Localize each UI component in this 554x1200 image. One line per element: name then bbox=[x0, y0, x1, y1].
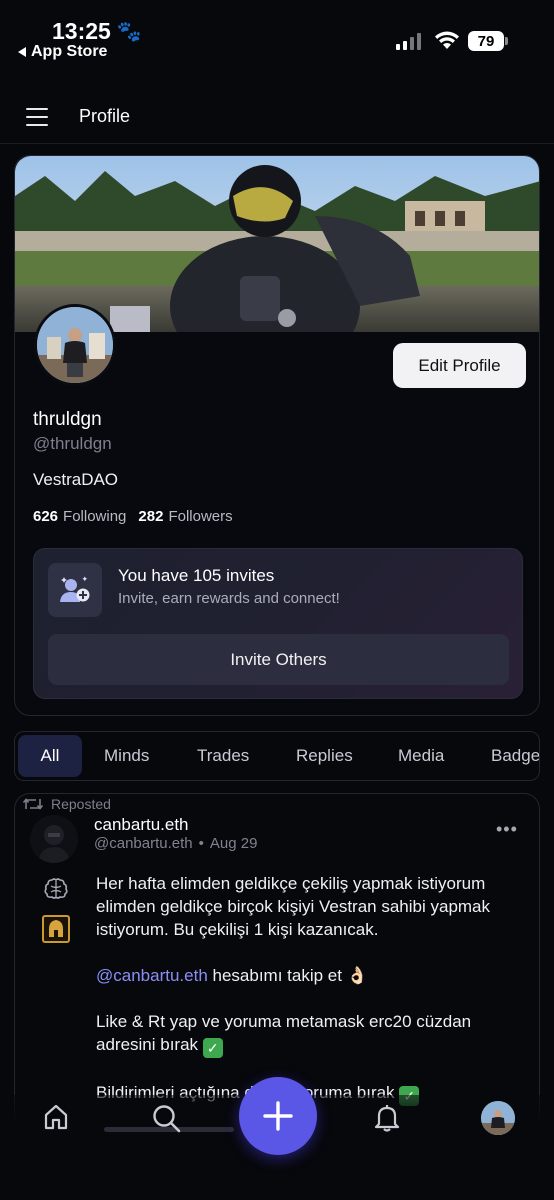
post-body: Her hafta elimden geldikçe çekiliş yapma… bbox=[96, 872, 526, 1129]
avatar-image bbox=[37, 307, 113, 383]
edit-profile-button[interactable]: Edit Profile bbox=[393, 343, 526, 388]
following-label: Following bbox=[63, 508, 127, 525]
post-paragraph-2: @canbartu.eth hesabımı takip et 👌🏻 bbox=[96, 964, 526, 987]
post-date: Aug 29 bbox=[209, 835, 258, 852]
following-count: 626 bbox=[33, 508, 59, 525]
invite-title: You have 105 invites bbox=[118, 566, 275, 585]
tab-badges[interactable]: Badge bbox=[491, 735, 539, 777]
post-author-name[interactable]: canbartu.eth bbox=[94, 815, 189, 835]
post-paragraph-3-text: Like & Rt yap ve yoruma metamask erc20 c… bbox=[96, 1012, 472, 1054]
home-icon[interactable] bbox=[42, 1103, 70, 1131]
tab-replies[interactable]: Replies bbox=[296, 735, 353, 777]
feed-tabs: All Minds Trades Replies Media Badge bbox=[14, 731, 540, 781]
post-author-avatar-image bbox=[30, 815, 78, 863]
tab-all[interactable]: All bbox=[18, 735, 82, 777]
bell-icon[interactable] bbox=[373, 1103, 401, 1133]
profile-card: Edit Profile thruldgn @thruldgn VestraDA… bbox=[14, 155, 540, 716]
post-meta: @canbartu.eth • Aug 29 bbox=[94, 835, 257, 852]
post-paragraph-1: Her hafta elimden geldikçe çekiliş yapma… bbox=[96, 874, 491, 939]
spartan-badge-icon bbox=[42, 915, 70, 943]
repost-icon bbox=[23, 798, 43, 810]
battery-level: 79 bbox=[477, 32, 495, 50]
invite-subtitle: Invite, earn rewards and connect! bbox=[118, 590, 340, 607]
post-author-handle: @canbartu.eth bbox=[94, 835, 193, 852]
wifi-icon bbox=[435, 31, 459, 49]
post-paragraph-2-text: hesabımı takip et 👌🏻 bbox=[207, 966, 368, 985]
back-arrow-icon bbox=[18, 47, 26, 57]
profile-avatar[interactable] bbox=[34, 304, 116, 386]
back-app-label: App Store bbox=[31, 43, 108, 60]
banner-image bbox=[15, 156, 539, 332]
repost-label: Reposted bbox=[51, 796, 111, 812]
nav-profile-avatar[interactable] bbox=[481, 1101, 515, 1135]
nav-avatar-image bbox=[481, 1101, 515, 1135]
meta-separator: • bbox=[198, 835, 204, 852]
battery-indicator: 79 bbox=[468, 31, 504, 51]
invite-others-button[interactable]: Invite Others bbox=[48, 634, 509, 685]
page-title: Profile bbox=[79, 106, 131, 126]
app-header: Profile bbox=[0, 90, 554, 144]
followers-label: Followers bbox=[168, 508, 233, 525]
brain-icon bbox=[44, 878, 68, 899]
tab-media[interactable]: Media bbox=[398, 735, 444, 777]
profile-bio: VestraDAO bbox=[33, 470, 119, 489]
battery-tip bbox=[505, 37, 508, 45]
profile-handle: @thruldgn bbox=[33, 434, 112, 453]
check-mark-icon: ✓ bbox=[202, 1038, 223, 1058]
back-to-app-store[interactable]: App Store bbox=[18, 43, 107, 61]
status-time: 13:25 🐾 bbox=[52, 18, 142, 45]
paw-icon: 🐾 bbox=[116, 21, 142, 43]
clock-text: 13:25 bbox=[52, 18, 111, 44]
status-bar: 13:25 🐾 App Store 79 bbox=[0, 0, 554, 70]
repost-indicator: Reposted bbox=[23, 796, 111, 812]
compose-button[interactable] bbox=[239, 1077, 317, 1155]
profile-display-name: thruldgn bbox=[33, 409, 102, 430]
profile-stats: 626 Following 282 Followers bbox=[33, 508, 233, 525]
followers-stat[interactable]: 282 Followers bbox=[138, 508, 232, 525]
profile-banner[interactable] bbox=[15, 156, 539, 332]
post-author-avatar[interactable] bbox=[30, 815, 78, 863]
post-mention-link[interactable]: @canbartu.eth bbox=[96, 966, 208, 985]
more-options-icon[interactable]: ••• bbox=[496, 819, 518, 840]
following-stat[interactable]: 626 Following bbox=[33, 508, 126, 525]
invite-panel: You have 105 invites Invite, earn reward… bbox=[33, 548, 523, 699]
tab-trades[interactable]: Trades bbox=[197, 735, 249, 777]
post-paragraph-3: Like & Rt yap ve yoruma metamask erc20 c… bbox=[96, 1010, 526, 1058]
followers-count: 282 bbox=[138, 508, 164, 525]
user-plus-icon bbox=[48, 563, 102, 617]
search-icon[interactable] bbox=[151, 1103, 181, 1133]
plus-icon bbox=[263, 1101, 293, 1131]
cellular-signal-icon bbox=[396, 32, 421, 50]
tab-minds[interactable]: Minds bbox=[104, 735, 149, 777]
hamburger-icon[interactable] bbox=[26, 108, 48, 126]
